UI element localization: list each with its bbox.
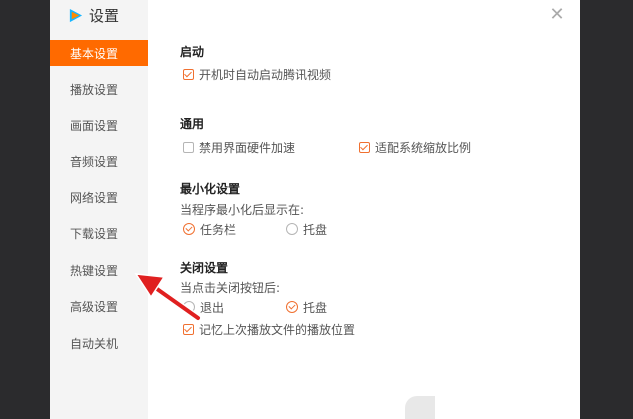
section-title-minimize: 最小化设置 <box>180 182 241 196</box>
section-title-general: 通用 <box>180 117 205 131</box>
close-tray-label: 托盘 <box>303 300 328 315</box>
checkbox-checked-icon <box>183 68 194 80</box>
remember-position-checkbox[interactable]: 记忆上次播放文件的播放位置 <box>183 321 355 337</box>
sidebar-item-playback[interactable]: 播放设置 <box>50 76 148 102</box>
close-prompt: 当点击关闭按钮后: <box>180 281 281 295</box>
sidebar-item-download[interactable]: 下载设置 <box>50 220 148 246</box>
minimize-taskbar-label: 任务栏 <box>200 222 237 237</box>
autostart-label: 开机时自动启动腾讯视频 <box>199 67 332 82</box>
adapt-scale-checkbox[interactable]: 适配系统缩放比例 <box>359 139 471 155</box>
close-exit-label: 退出 <box>200 300 225 315</box>
radio-unselected-icon <box>183 301 195 313</box>
sidebar-item-basic[interactable]: 基本设置 <box>50 40 148 66</box>
sidebar-item-network[interactable]: 网络设置 <box>50 184 148 210</box>
dialog-title-text: 设置 <box>89 6 120 25</box>
checkbox-unchecked-icon <box>183 141 194 153</box>
disable-hw-accel-label: 禁用界面硬件加速 <box>199 140 296 155</box>
sidebar-item-picture[interactable]: 画面设置 <box>50 112 148 138</box>
close-tray-radio[interactable]: 托盘 <box>286 299 327 315</box>
disable-hw-accel-checkbox[interactable]: 禁用界面硬件加速 <box>183 139 295 155</box>
section-title-close: 关闭设置 <box>180 261 229 275</box>
autostart-checkbox[interactable]: 开机时自动启动腾讯视频 <box>183 66 331 82</box>
sidebar: 设置 基本设置 播放设置 画面设置 音频设置 网络设置 下载设置 热键设置 高级… <box>50 0 148 419</box>
sidebar-item-auto-shutdown[interactable]: 自动关机 <box>50 330 148 356</box>
adapt-scale-label: 适配系统缩放比例 <box>375 140 472 155</box>
sidebar-item-audio[interactable]: 音频设置 <box>50 148 148 174</box>
minimize-taskbar-radio[interactable]: 任务栏 <box>183 221 236 237</box>
settings-dialog: 设置 基本设置 播放设置 画面设置 音频设置 网络设置 下载设置 热键设置 高级… <box>50 0 580 419</box>
radio-unselected-icon <box>286 223 298 235</box>
sidebar-item-advanced[interactable]: 高级设置 <box>50 293 148 319</box>
radio-selected-icon <box>286 301 298 313</box>
section-title-startup: 启动 <box>180 45 205 59</box>
dialog-title: 设置 <box>68 4 119 26</box>
close-icon[interactable]: ✕ <box>548 6 566 24</box>
minimize-prompt: 当程序最小化后显示在: <box>180 203 305 217</box>
close-exit-radio[interactable]: 退出 <box>183 299 224 315</box>
radio-selected-icon <box>183 223 195 235</box>
play-logo-icon <box>69 8 83 22</box>
checkbox-checked-icon <box>359 141 370 153</box>
minimize-tray-label: 托盘 <box>303 222 328 237</box>
minimize-tray-radio[interactable]: 托盘 <box>286 221 327 237</box>
checkbox-checked-icon <box>183 323 194 335</box>
sidebar-item-hotkey[interactable]: 热键设置 <box>50 257 148 283</box>
scroll-handle[interactable] <box>405 396 435 419</box>
remember-position-label: 记忆上次播放文件的播放位置 <box>199 322 356 337</box>
